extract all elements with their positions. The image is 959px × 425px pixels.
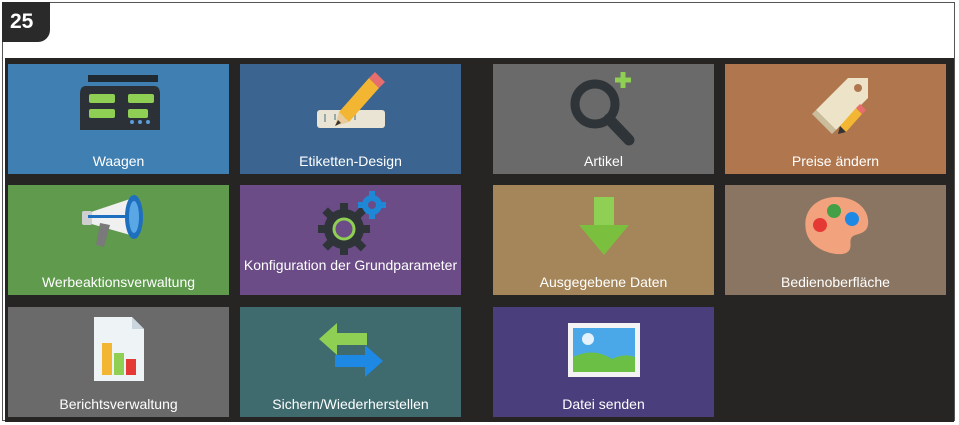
tile-berichtsverwaltung[interactable]: Berichtsverwaltung [8,307,229,417]
tile-label: Bedienoberfläche [781,274,890,290]
tile-konfiguration[interactable]: Konfiguration der Grundparameter [240,185,461,295]
tile-label: Preise ändern [791,153,880,169]
gears-icon [317,191,386,255]
tile-bedienoberflaeche[interactable]: Bedienoberfläche [725,185,946,295]
report-chart-icon [93,317,144,381]
scale-icon [79,75,160,130]
menu-panel: Waagen Etiketten-Design Artikel Preise ä… [5,58,954,422]
download-arrow-icon [578,197,629,255]
tile-label: Datei senden [562,396,645,412]
tile-etiketten-design[interactable]: Etiketten-Design [240,64,461,174]
tile-label: Ausgegebene Daten [539,274,668,290]
palette-icon [804,197,868,255]
tile-label: Werbeaktionsverwaltung [41,274,196,290]
tile-werbeaktionsverwaltung[interactable]: Werbeaktionsverwaltung [8,185,229,295]
tile-ausgegebene-daten[interactable]: Ausgegebene Daten [493,185,714,295]
tile-artikel[interactable]: Artikel [493,64,714,174]
megaphone-icon [81,195,143,247]
swap-arrows-icon [318,323,383,377]
tile-label: Konfiguration der Grundparameter [243,257,458,273]
screen: 25 Waagen Etiketten-Design Artikel Preis… [0,0,959,425]
tile-label: Artikel [584,153,623,169]
tile-label: Berichtsverwaltung [59,396,178,412]
tile-sichern-wiederherstellen[interactable]: Sichern/Wiederherstellen [240,307,461,417]
tile-preise-aendern[interactable]: Preise ändern [725,64,946,174]
tile-waagen[interactable]: Waagen [8,64,229,174]
price-tag-icon [811,78,868,134]
picture-file-icon [567,323,640,377]
search-plus-icon [570,72,634,146]
tile-label: Etiketten-Design [299,153,402,169]
page-number-badge: 25 [2,2,50,42]
label-design-icon [316,72,385,128]
tile-label: Waagen [92,153,145,169]
tile-label: Sichern/Wiederherstellen [272,396,429,412]
tile-datei-senden[interactable]: Datei senden [493,307,714,417]
